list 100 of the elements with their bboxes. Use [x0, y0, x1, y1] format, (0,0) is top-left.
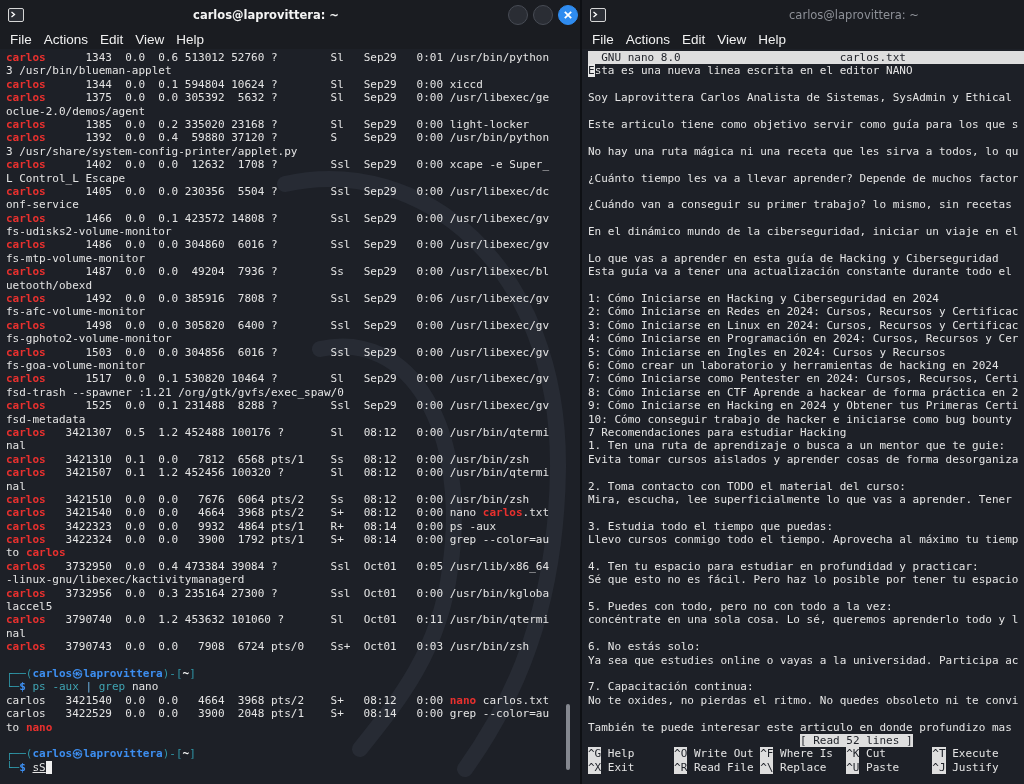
- terminal-output-line: carlos 3422324 0.0 0.0 3900 1792 pts/1 S+ 08:14 0:00 grep --color=au: [6, 533, 550, 547]
- terminal-output-line: carlos 1498 0.0 0.0 305820 6400 ? Ssl Sep29 0:00 /usr/libexec/gv: [6, 318, 550, 333]
- menu-item[interactable]: File: [10, 31, 32, 47]
- shortcut-label: Exit: [607, 760, 635, 775]
- terminal-output-line: carlos 1344 0.0 0.1 594804 10624 ? Sl Sep29 0:00 xiccd: [6, 77, 483, 92]
- terminal-output-line: fsd-trash --spawner :1.21 /org/gtk/gvfs/exec_spaw/0: [6, 385, 344, 400]
- terminal-output-line: carlos 3422323 0.0 0.0 9932 4864 pts/1 R+ 08:14 0:00 ps -aux: [6, 519, 497, 534]
- text-line: 2: Cómo Iniciarse en Redes en 2024: Cursos, Recursos y Certificac: [588, 305, 1019, 319]
- terminal-output-line: fs-afc-volume-monitor: [6, 305, 146, 319]
- text-line: concéntrate en una sola cosa. Lo sé, queremos aprenderlo todo y l: [588, 613, 1019, 627]
- text-line: 4. Ten tu espacio para estudiar en profundidad y practicar:: [588, 559, 979, 574]
- terminal-output-line: carlos 1486 0.0 0.0 304860 6016 ? Ssl Sep29 0:00 /usr/libexec/gv: [6, 238, 550, 252]
- shortcut-label: Write Out: [693, 747, 754, 761]
- text-line: 5. Puedes con todo, pero no con todo a la vez:: [588, 600, 893, 614]
- menu-item[interactable]: Edit: [100, 31, 124, 47]
- window-title: carlos@laprovittera: ~: [788, 7, 920, 22]
- terminal-icon: [8, 7, 24, 22]
- terminal-output-line: carlos 3732950 0.0 0.4 473384 39084 ? Ssl Oct01 0:05 /usr/lib/x86_64: [6, 559, 550, 574]
- text-line: 7 Recomendaciones para estudiar Hacking: [588, 425, 847, 440]
- text-line: ¿Cuánto tiempo les va a llevar aprender? Depende de muchos factor: [588, 171, 1019, 185]
- maximize-button[interactable]: [533, 4, 553, 25]
- shortcut-label: Read File: [693, 760, 754, 775]
- terminal-output-line: carlos 3790743 0.0 0.0 7908 6724 pts/0 Ss+ Oct01 0:03 /usr/bin/zsh: [6, 640, 530, 654]
- minimize-button[interactable]: [508, 4, 528, 25]
- terminal-output-line: nal: [6, 479, 26, 493]
- terminal-output-line: carlos 3422529 0.0 0.0 3900 2048 pts/1 S+ 08:14 0:00 grep --color=au: [6, 707, 550, 721]
- shortcut-label: Justify: [952, 760, 999, 775]
- menu-item[interactable]: Actions: [625, 31, 671, 47]
- text-line: No te oxides, no pierdas el ritmo. No quedes obsoleto ni te convi: [588, 693, 1019, 708]
- terminal-output-line: carlos 1517 0.0 0.1 530820 10464 ? Sl Sep29 0:00 /usr/libexec/gv: [6, 372, 550, 386]
- text-line: 9: Cómo Iniciarse en Hacking en 2024 y Obtener tus Primeras Certi: [588, 399, 1019, 413]
- menu-item[interactable]: Actions: [43, 31, 89, 47]
- key-hint: ^T: [932, 747, 946, 761]
- text-line: 3. Estudia todo el tiempo que puedas:: [588, 519, 834, 534]
- terminal-output-line: nal: [6, 626, 26, 641]
- terminal-output-line: carlos 3421310 0.1 0.0 7812 6568 pts/1 Ss 08:12 0:00 /usr/bin/zsh: [6, 452, 530, 467]
- terminal-icon: [590, 7, 606, 22]
- text-line: 7. Capacitación continua:: [588, 680, 754, 694]
- text-line: En el dinámico mundo de la ciberseguridad, iniciar un viaje en el: [588, 225, 1019, 239]
- file-name: carlos.txt: [839, 51, 906, 65]
- terminal-output-line: carlos 1492 0.0 0.0 385916 7808 ? Ssl Sep29 0:06 /usr/libexec/gv: [6, 292, 550, 306]
- terminal-output-line: carlos 3421540 0.0 0.0 4664 3968 pts/2 S+ 08:12 0:00 nano carlos.txt: [6, 693, 550, 708]
- text-line: Llevo cursos conmigo todo el tiempo. Aprovecha al máximo tu tiemp: [588, 533, 1019, 547]
- text-line: 3: Cómo Iniciarse en Linux en 2024: Cursos, Recursos y Certificac: [588, 318, 1019, 333]
- terminal-output-line: nal: [6, 439, 26, 453]
- terminal-output-line: carlos 1343 0.0 0.6 513012 52760 ? Sl Sep29 0:01 /usr/bin/python: [6, 51, 550, 65]
- text-line: 1. Ten una ruta de aprendizaje o busca a un mentor que te guie:: [588, 439, 1006, 453]
- text-line: También te puede interesar este articulo en donde profundizo mas: [588, 720, 1012, 734]
- text-line: Evita tomar cursos aislados y aprender cosas de forma desorganiza: [588, 452, 1019, 467]
- terminal-output-line: carlos 1385 0.0 0.2 335020 23168 ? Sl Sep29 0:00 light-locker: [6, 117, 530, 132]
- text-line: Soy Laprovittera Carlos Analista de Sistemas, SysAdmin y Ethical: [588, 91, 1012, 105]
- shortcut-label: Help: [607, 747, 635, 761]
- text-line: 6. No estás solo:: [588, 640, 701, 654]
- terminal-output-line: to carlos: [6, 546, 66, 560]
- shortcut-label: Execute: [952, 747, 999, 761]
- text-line: 8: Cómo Iniciarse en CTF Aprende a hackear de forma práctica en 2: [588, 385, 1019, 400]
- key-hint: ^K: [846, 747, 860, 761]
- text-line: No hay una ruta mágica ni una receta que les sirva a todos, lo qu: [588, 144, 1019, 159]
- scrollbar[interactable]: [566, 704, 570, 770]
- terminal-output-line: carlos 1375 0.0 0.0 305392 5632 ? Sl Sep29 0:00 /usr/libexec/ge: [6, 91, 550, 105]
- text-line: Este articulo tiene como objetivo servir como guía para los que s: [588, 117, 1019, 132]
- menu-item[interactable]: Help: [758, 31, 787, 47]
- menu-item[interactable]: View: [135, 31, 165, 47]
- menu-item[interactable]: View: [717, 31, 747, 47]
- terminal-output-line: carlos 3732956 0.0 0.3 235164 27300 ? Ssl Oct01 0:00 /usr/bin/kgloba: [6, 586, 550, 600]
- text-line: 4: Cómo Iniciarse en Programación en 2024: Cursos, Recursos y Cer: [588, 332, 1019, 346]
- terminal-output-line: carlos 3421510 0.0 0.0 7676 6064 pts/2 Ss 08:12 0:00 /usr/bin/zsh: [6, 492, 530, 507]
- text-line: Mira, escucha, lee superficialmente lo que vas a aprender. Tener: [588, 492, 1012, 507]
- prompt-line: ┌──(carlos㉿laprovittera)-[~]: [6, 666, 196, 680]
- terminal-output-line: oclue-2.0/demos/agent: [6, 104, 146, 118]
- window-title: carlos@laprovittera: ~: [192, 7, 340, 22]
- key-hint: ^F: [760, 747, 774, 761]
- terminal-output-line: laccel5: [6, 600, 53, 614]
- text-line: 7: Cómo Iniciarse como Pentester en 2024: Cursos, Recursos, Certi: [588, 372, 1019, 386]
- terminal-output-line: -linux-gnu/libexec/kactivitymanagerd: [6, 573, 245, 587]
- terminal-output-line: fs-goa-volume-monitor: [6, 359, 146, 373]
- shortcut-label: Paste: [866, 760, 900, 775]
- terminal-output-line: carlos 1466 0.0 0.1 423572 14808 ? Ssl Sep29 0:00 /usr/libexec/gv: [6, 211, 550, 226]
- text-line: ¿Cuándo van a conseguir su primer trabajo? lo mismo, sin recetas: [588, 198, 1012, 212]
- terminal-output-line: uetooth/obexd: [6, 278, 93, 293]
- text-line: 5: Cómo Iniciarse en Ingles en 2024: Cursos y Recursos: [588, 345, 946, 359]
- terminal-output-line: carlos 3421307 0.5 1.2 452488 100176 ? Sl 08:12 0:00 /usr/bin/qtermi: [6, 425, 550, 440]
- close-button[interactable]: [558, 4, 578, 25]
- text-line: 2. Toma contacto con TODO el material del curso:: [588, 479, 906, 493]
- menu-item[interactable]: Edit: [682, 31, 706, 47]
- close-icon: [564, 10, 572, 19]
- terminal-output-line: carlos 1503 0.0 0.0 304856 6016 ? Ssl Sep29 0:00 /usr/libexec/gv: [6, 345, 550, 359]
- menu-item[interactable]: Help: [176, 31, 205, 47]
- terminal-output-line: carlos 3790740 0.0 1.2 453632 101060 ? Sl Oct01 0:11 /usr/bin/qtermi: [6, 613, 550, 627]
- terminal-output-line: fs-udisks2-volume-monitor: [6, 225, 172, 239]
- menu-item[interactable]: File: [592, 31, 614, 47]
- terminal-output-line: carlos 3421540 0.0 0.0 4664 3968 pts/2 S+ 08:12 0:00 nano carlos.txt: [6, 506, 550, 520]
- terminal-output-line: fs-gphoto2-volume-monitor: [6, 332, 172, 346]
- text-line: Lo que vas a aprender en esta guía de Hacking y Ciberseguridad: [588, 251, 999, 266]
- shortcut-label: Replace: [780, 760, 827, 775]
- text-line: Sé que esto no es fácil. Pero haz lo posible por tener tu espacio: [588, 573, 1019, 587]
- prompt-line: ┌──(carlos㉿laprovittera)-[~]: [6, 747, 196, 761]
- terminal-output-line: 3 /usr/share/system-config-printer/applet.py: [6, 144, 298, 159]
- key-hint: ^O: [674, 747, 688, 761]
- key-hint: ^G: [588, 747, 602, 761]
